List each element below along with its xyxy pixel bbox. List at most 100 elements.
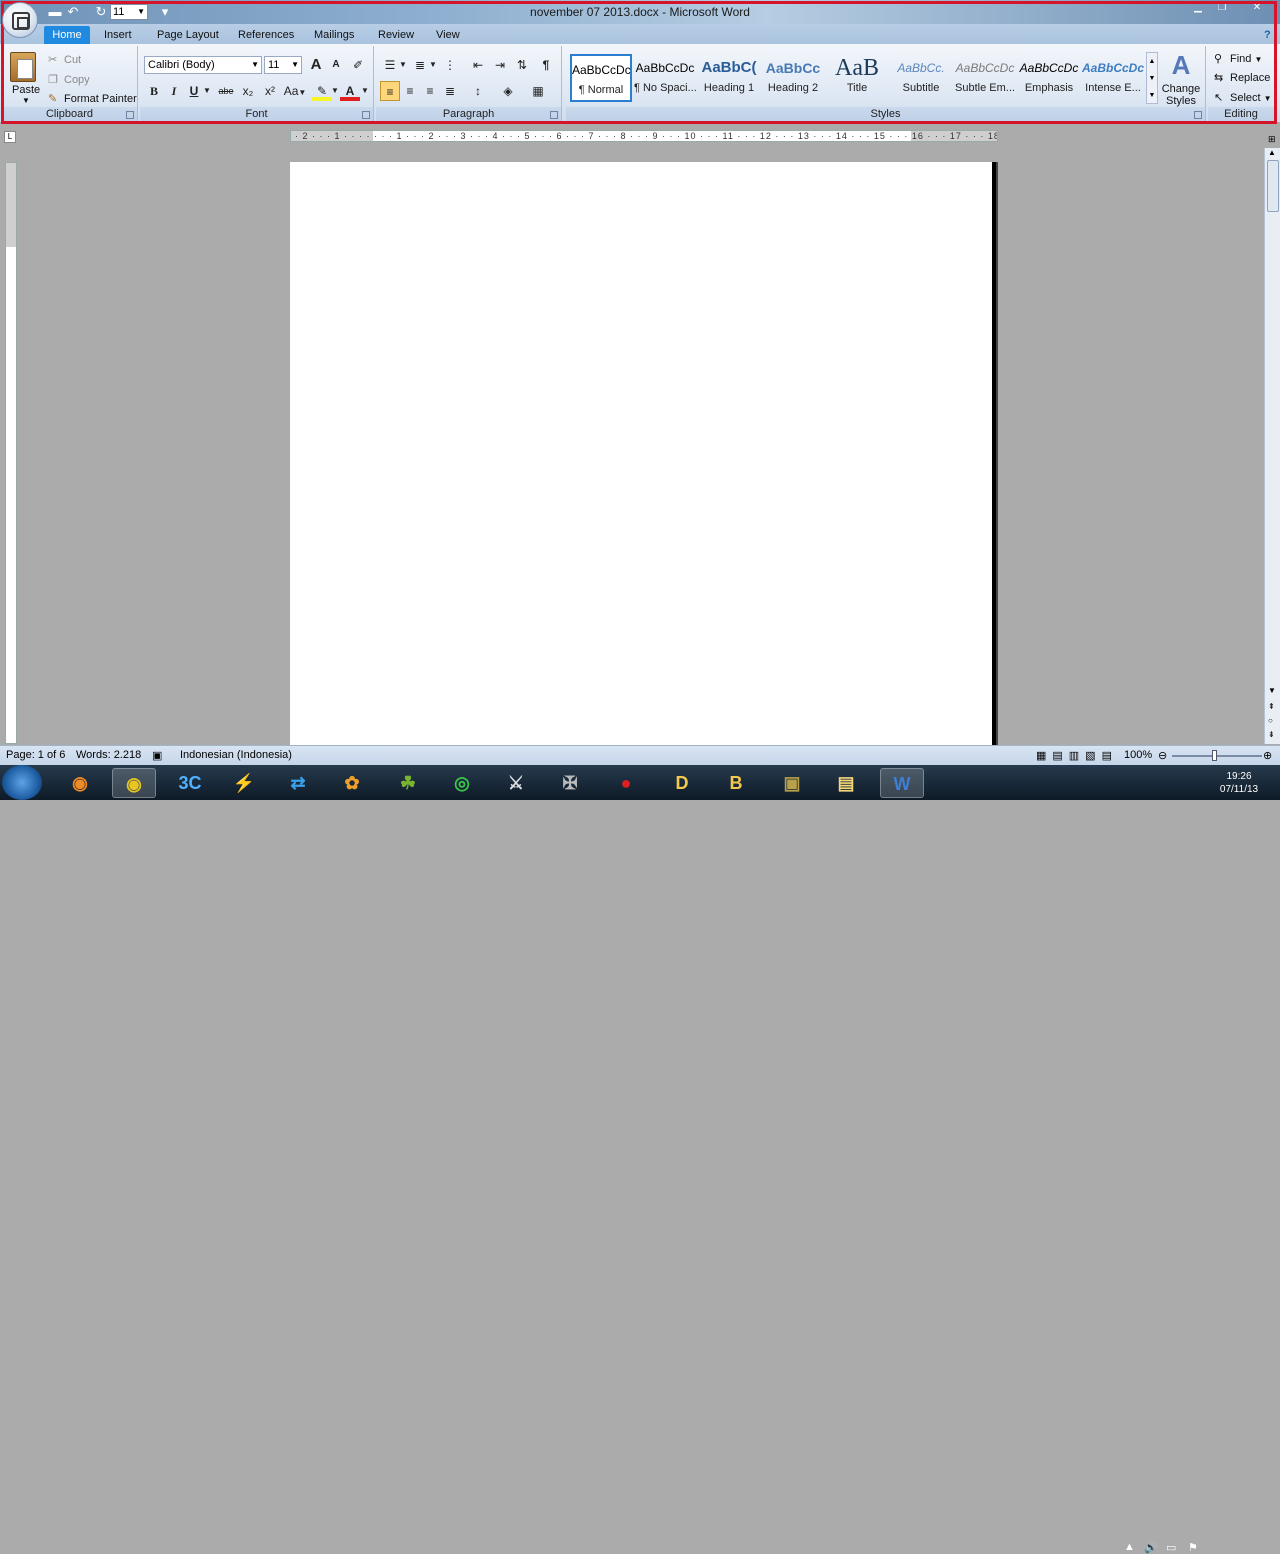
align-center-icon[interactable]: ≡ xyxy=(400,81,420,101)
office-button[interactable] xyxy=(2,2,38,38)
chevron-down-icon[interactable]: ▼ xyxy=(428,55,438,75)
tab-view[interactable]: View xyxy=(430,26,466,44)
paste-button[interactable]: Paste xyxy=(12,84,40,96)
tab-selector[interactable]: L xyxy=(4,131,16,143)
shading-icon[interactable]: ◈ xyxy=(498,81,518,101)
clipboard-launcher-icon[interactable] xyxy=(126,111,134,119)
tab-insert[interactable]: Insert xyxy=(98,26,138,44)
scroll-up-icon[interactable]: ▲ xyxy=(1268,148,1276,157)
zoom-out-icon[interactable]: ⊖ xyxy=(1158,749,1167,762)
document-page[interactable] xyxy=(290,162,996,762)
style-normal[interactable]: AaBbCcDc ¶ Normal xyxy=(570,54,632,102)
game-icon[interactable]: ✿ xyxy=(330,768,374,798)
grow-font-button[interactable]: A xyxy=(306,55,326,75)
close-button[interactable]: ✕ xyxy=(1246,2,1268,16)
numbering-icon[interactable]: ≣ xyxy=(410,55,430,75)
subscript-button[interactable]: x₂ xyxy=(238,81,258,101)
vertical-ruler[interactable] xyxy=(5,162,17,744)
change-case-button[interactable]: Aa▼ xyxy=(282,81,308,101)
style-subtle-emphasis[interactable]: AaBbCcDc Subtle Em... xyxy=(954,54,1016,102)
tab-mailings[interactable]: Mailings xyxy=(308,26,360,44)
tab-review[interactable]: Review xyxy=(372,26,420,44)
style-heading-2[interactable]: AaBbCc Heading 2 xyxy=(762,54,824,102)
proofing-icon[interactable]: ▣ xyxy=(152,749,162,762)
save-icon[interactable]: ▬ xyxy=(46,4,64,20)
select-button[interactable]: Select ▼ xyxy=(1230,92,1272,104)
font-size-select[interactable]: 11 ▼ xyxy=(264,56,302,74)
zoom-slider-thumb[interactable] xyxy=(1212,750,1217,761)
undo-icon[interactable]: ↶ xyxy=(64,4,82,20)
maximize-button[interactable]: ❐ xyxy=(1210,2,1234,16)
chevron-down-icon[interactable]: ▼ xyxy=(22,96,30,105)
style-intense-emphasis[interactable]: AaBbCcDc Intense E... xyxy=(1082,54,1144,102)
flag-icon[interactable]: ⚑ xyxy=(1188,1541,1198,1554)
font-color-button[interactable]: A xyxy=(340,81,360,101)
styles-launcher-icon[interactable] xyxy=(1194,111,1202,119)
view-ruler-icon[interactable]: ⊞ xyxy=(1268,134,1276,145)
borders-icon[interactable]: ▦ xyxy=(528,81,548,101)
underline-button[interactable]: U xyxy=(184,81,204,101)
line-spacing-icon[interactable]: ↕ xyxy=(468,81,488,101)
shrink-font-button[interactable]: A xyxy=(326,55,346,75)
start-button[interactable] xyxy=(2,765,42,800)
scroll-down-icon[interactable]: ▼ xyxy=(1268,686,1276,695)
word-taskbar-icon[interactable]: W xyxy=(880,768,924,798)
justify-icon[interactable]: ≣ xyxy=(440,81,460,101)
increase-indent-icon[interactable]: ⇥ xyxy=(490,55,510,75)
view-buttons[interactable]: ▦▤▥▧▤ xyxy=(1036,749,1118,762)
chevron-down-icon[interactable]: ▼ xyxy=(360,81,370,101)
cut-button[interactable]: Cut xyxy=(64,54,81,66)
zoom-level[interactable]: 100% xyxy=(1124,749,1152,761)
3c-icon[interactable]: 3C xyxy=(168,768,212,798)
volume-icon[interactable]: 🔊 xyxy=(1144,1541,1158,1554)
network-icon[interactable]: ▭ xyxy=(1166,1541,1176,1554)
tab-page-layout[interactable]: Page Layout xyxy=(151,26,225,44)
system-clock[interactable]: 19:26 07/11/13 xyxy=(1214,770,1264,796)
highlight-icon[interactable]: ✎ xyxy=(312,81,332,101)
tray-arrow-icon[interactable]: ▲ xyxy=(1124,1541,1135,1553)
show-marks-button[interactable]: ¶ xyxy=(536,55,556,75)
italic-button[interactable]: I xyxy=(164,81,184,101)
change-styles-button[interactable]: Change Styles xyxy=(1160,83,1202,107)
chevron-down-icon[interactable]: ▼ xyxy=(330,81,340,101)
bullets-icon[interactable]: ☰ xyxy=(380,55,400,75)
winamp-icon[interactable]: ⚡ xyxy=(222,768,266,798)
replace-button[interactable]: Replace xyxy=(1230,72,1270,84)
redo-icon[interactable]: ↻ xyxy=(92,4,110,20)
quick-font-size[interactable]: 11 ▼ xyxy=(110,4,148,20)
counter-strike-icon[interactable]: ⚔ xyxy=(494,768,538,798)
style-emphasis[interactable]: AaBbCcDc Emphasis xyxy=(1018,54,1080,102)
page-count[interactable]: Page: 1 of 6 xyxy=(6,749,65,761)
strikethrough-button[interactable]: abe xyxy=(216,81,236,101)
copy-button[interactable]: Copy xyxy=(64,74,90,86)
styles-scroll[interactable]: ▲ ▼ ▼ xyxy=(1146,52,1158,104)
chrome-icon[interactable]: ◉ xyxy=(112,768,156,798)
firefox-icon[interactable]: ◉ xyxy=(58,768,102,798)
chevron-down-icon[interactable]: ▼ xyxy=(398,55,408,75)
customize-quick-access-icon[interactable]: ▾ xyxy=(156,4,174,20)
monster-icon[interactable]: ☘ xyxy=(386,768,430,798)
font-name-select[interactable]: Calibri (Body) ▼ xyxy=(144,56,262,74)
zoom-in-icon[interactable]: ⊕ xyxy=(1263,749,1272,762)
clear-formatting-icon[interactable]: ✐ xyxy=(348,55,368,75)
next-page-icon[interactable]: ⇟ xyxy=(1268,730,1275,739)
language-indicator[interactable]: Indonesian (Indonesia) xyxy=(180,749,292,761)
bold-button[interactable]: B xyxy=(144,81,164,101)
multilevel-list-icon[interactable]: ⋮ xyxy=(440,55,460,75)
zoom-slider[interactable] xyxy=(1172,755,1262,757)
scroll-thumb[interactable] xyxy=(1267,160,1279,212)
superscript-button[interactable]: x² xyxy=(260,81,280,101)
paragraph-launcher-icon[interactable] xyxy=(550,111,558,119)
word-count[interactable]: Words: 2.218 xyxy=(76,749,141,761)
tab-home[interactable]: Home xyxy=(44,26,90,44)
font-launcher-icon[interactable] xyxy=(362,111,370,119)
paste-icon[interactable] xyxy=(10,52,36,82)
align-right-icon[interactable]: ≡ xyxy=(420,81,440,101)
folder-icon[interactable]: ▤ xyxy=(824,768,868,798)
chevron-down-icon[interactable]: ▼ xyxy=(202,81,212,101)
format-painter-button[interactable]: Format Painter xyxy=(64,93,137,105)
help-icon[interactable]: ? xyxy=(1258,26,1277,44)
previous-page-icon[interactable]: ⇞ xyxy=(1268,702,1275,711)
teamviewer-icon[interactable]: ⇄ xyxy=(276,768,320,798)
style-no-spacing[interactable]: AaBbCcDc ¶ No Spaci... xyxy=(634,54,696,102)
